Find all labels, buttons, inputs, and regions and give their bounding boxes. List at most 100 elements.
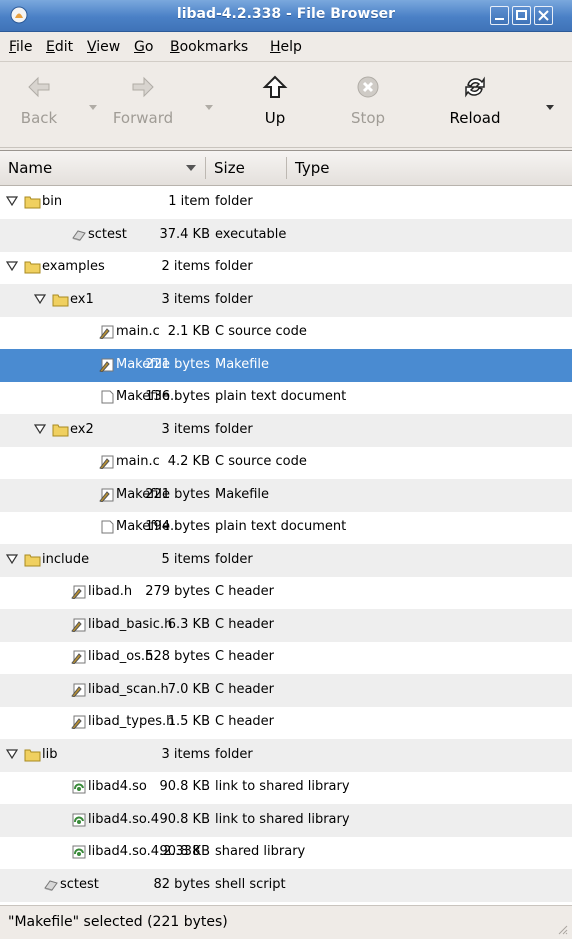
file-row[interactable]: include 5 items folder: [0, 543, 572, 577]
text-file-icon: [101, 390, 114, 404]
up-button[interactable]: Up: [240, 75, 310, 127]
file-name: main.c: [116, 454, 160, 469]
file-size: 3 items: [161, 746, 210, 762]
file-size: 5 items: [161, 551, 210, 567]
maximize-button[interactable]: [512, 6, 531, 25]
folder-icon: [24, 749, 41, 761]
file-row[interactable]: libad4.so.4.2.338 90.8 KB shared library: [0, 836, 572, 869]
file-row[interactable]: libad_types.h 1.5 KB C header: [0, 706, 572, 739]
file-row[interactable]: lib 3 items folder: [0, 738, 572, 772]
title-bar[interactable]: libad-4.2.338 - File Browser: [0, 0, 572, 32]
column-type-header[interactable]: Type: [287, 151, 567, 185]
file-name: lib: [42, 746, 58, 762]
file-type: shell script: [215, 876, 286, 892]
file-type: C header: [215, 616, 275, 632]
file-name: bin: [42, 194, 63, 209]
file-row[interactable]: libad4.so 90.8 KB link to shared library: [0, 771, 572, 804]
file-name: libad.h: [88, 584, 133, 599]
folder-icon: [52, 424, 69, 436]
stop-button[interactable]: Stop: [333, 75, 403, 127]
expander-expanded-icon[interactable]: [34, 293, 46, 304]
source-file-icon: [71, 650, 86, 664]
file-row[interactable]: Makefile 221 bytes Makefile: [0, 478, 572, 512]
file-row[interactable]: libad4.so.4 90.8 KB link to shared library: [0, 803, 572, 837]
menu-help[interactable]: Help: [270, 39, 302, 55]
file-name: include: [42, 551, 90, 567]
file-type: folder: [215, 551, 253, 567]
file-row[interactable]: sctest 82 bytes shell script: [0, 868, 572, 902]
expander-expanded-icon[interactable]: [6, 748, 18, 759]
back-button[interactable]: Back: [4, 75, 74, 127]
file-type: folder: [215, 746, 253, 762]
menu-view[interactable]: View: [87, 39, 120, 55]
expander-expanded-icon[interactable]: [6, 553, 18, 564]
file-name: examples: [42, 259, 105, 274]
file-row[interactable]: libad.h 279 bytes C header: [0, 576, 572, 609]
forward-history-dropdown-icon[interactable]: [205, 105, 213, 111]
menu-bookmarks[interactable]: Bookmarks: [170, 39, 248, 55]
file-row[interactable]: libad_scan.h 7.0 KB C header: [0, 673, 572, 707]
file-size: 6.3 KB: [167, 616, 210, 632]
file-row[interactable]: Makefile 221 bytes Makefile: [0, 348, 572, 382]
file-type: C source code: [215, 454, 307, 469]
file-type: executable: [215, 226, 287, 242]
file-size: 194 bytes: [145, 519, 210, 534]
file-size: 37.4 KB: [159, 226, 210, 242]
file-type: Makefile: [215, 486, 270, 502]
file-name: ex2: [70, 421, 94, 437]
back-history-dropdown-icon[interactable]: [89, 105, 97, 111]
file-type: folder: [215, 194, 253, 209]
file-row[interactable]: Makefile.i 194 bytes plain text document: [0, 511, 572, 544]
file-name: ex1: [70, 291, 94, 307]
forward-button[interactable]: Forward: [108, 75, 178, 127]
file-row[interactable]: main.c 4.2 KB C source code: [0, 446, 572, 479]
status-bar: "Makefile" selected (221 bytes): [0, 905, 572, 939]
column-name-header[interactable]: Name: [0, 151, 205, 185]
menu-go[interactable]: Go: [134, 39, 153, 55]
file-name: libad_basic.h: [88, 616, 173, 632]
source-file-icon: [71, 683, 86, 697]
file-row[interactable]: libad_basic.h 6.3 KB C header: [0, 608, 572, 642]
folder-icon: [52, 294, 69, 306]
file-type: folder: [215, 291, 253, 307]
menu-edit[interactable]: Edit: [46, 39, 73, 55]
file-name: main.c: [116, 324, 160, 339]
file-size: 221 bytes: [145, 356, 210, 372]
library-icon: [72, 813, 86, 826]
minimize-button[interactable]: [490, 6, 509, 25]
file-row[interactable]: examples 2 items folder: [0, 251, 572, 284]
menu-file[interactable]: File: [9, 39, 32, 55]
window-title: libad-4.2.338 - File Browser: [176, 6, 396, 22]
reload-button[interactable]: Reload: [440, 75, 510, 127]
library-icon: [72, 780, 86, 794]
folder-icon: [24, 261, 41, 274]
column-size-header[interactable]: Size: [206, 151, 286, 185]
file-size: 2 items: [161, 259, 210, 274]
file-size: 3 items: [161, 421, 210, 437]
resize-grip-icon[interactable]: [556, 923, 568, 935]
file-row[interactable]: sctest 37.4 KB executable: [0, 218, 572, 252]
file-size: 90.8 KB: [159, 844, 210, 859]
file-size: 90.8 KB: [159, 811, 210, 827]
source-file-icon: [71, 715, 86, 729]
expander-expanded-icon[interactable]: [6, 196, 18, 206]
expander-expanded-icon[interactable]: [6, 261, 18, 271]
file-row[interactable]: libad_os.h 528 bytes C header: [0, 641, 572, 674]
file-row[interactable]: main.c 2.1 KB C source code: [0, 316, 572, 349]
file-type: C header: [215, 649, 275, 664]
file-size: 1 item: [168, 194, 210, 209]
expander-expanded-icon[interactable]: [34, 423, 46, 434]
source-file-icon: [71, 618, 86, 632]
forward-arrow-icon: [132, 76, 154, 98]
file-name: libad_os.h: [88, 649, 154, 664]
file-row[interactable]: ex1 3 items folder: [0, 283, 572, 317]
file-name: sctest: [88, 226, 127, 242]
file-row[interactable]: Makefile.i 136 bytes plain text document: [0, 381, 572, 414]
file-list[interactable]: Name Size Type bin 1 item folder sctest 37.4…: [0, 150, 572, 905]
file-row[interactable]: ex2 3 items folder: [0, 413, 572, 447]
file-row[interactable]: bin 1 item folder: [0, 186, 572, 219]
file-type: C source code: [215, 324, 307, 339]
library-icon: [72, 845, 86, 859]
close-button[interactable]: [534, 6, 553, 25]
toolbar-overflow-icon[interactable]: [546, 105, 554, 111]
